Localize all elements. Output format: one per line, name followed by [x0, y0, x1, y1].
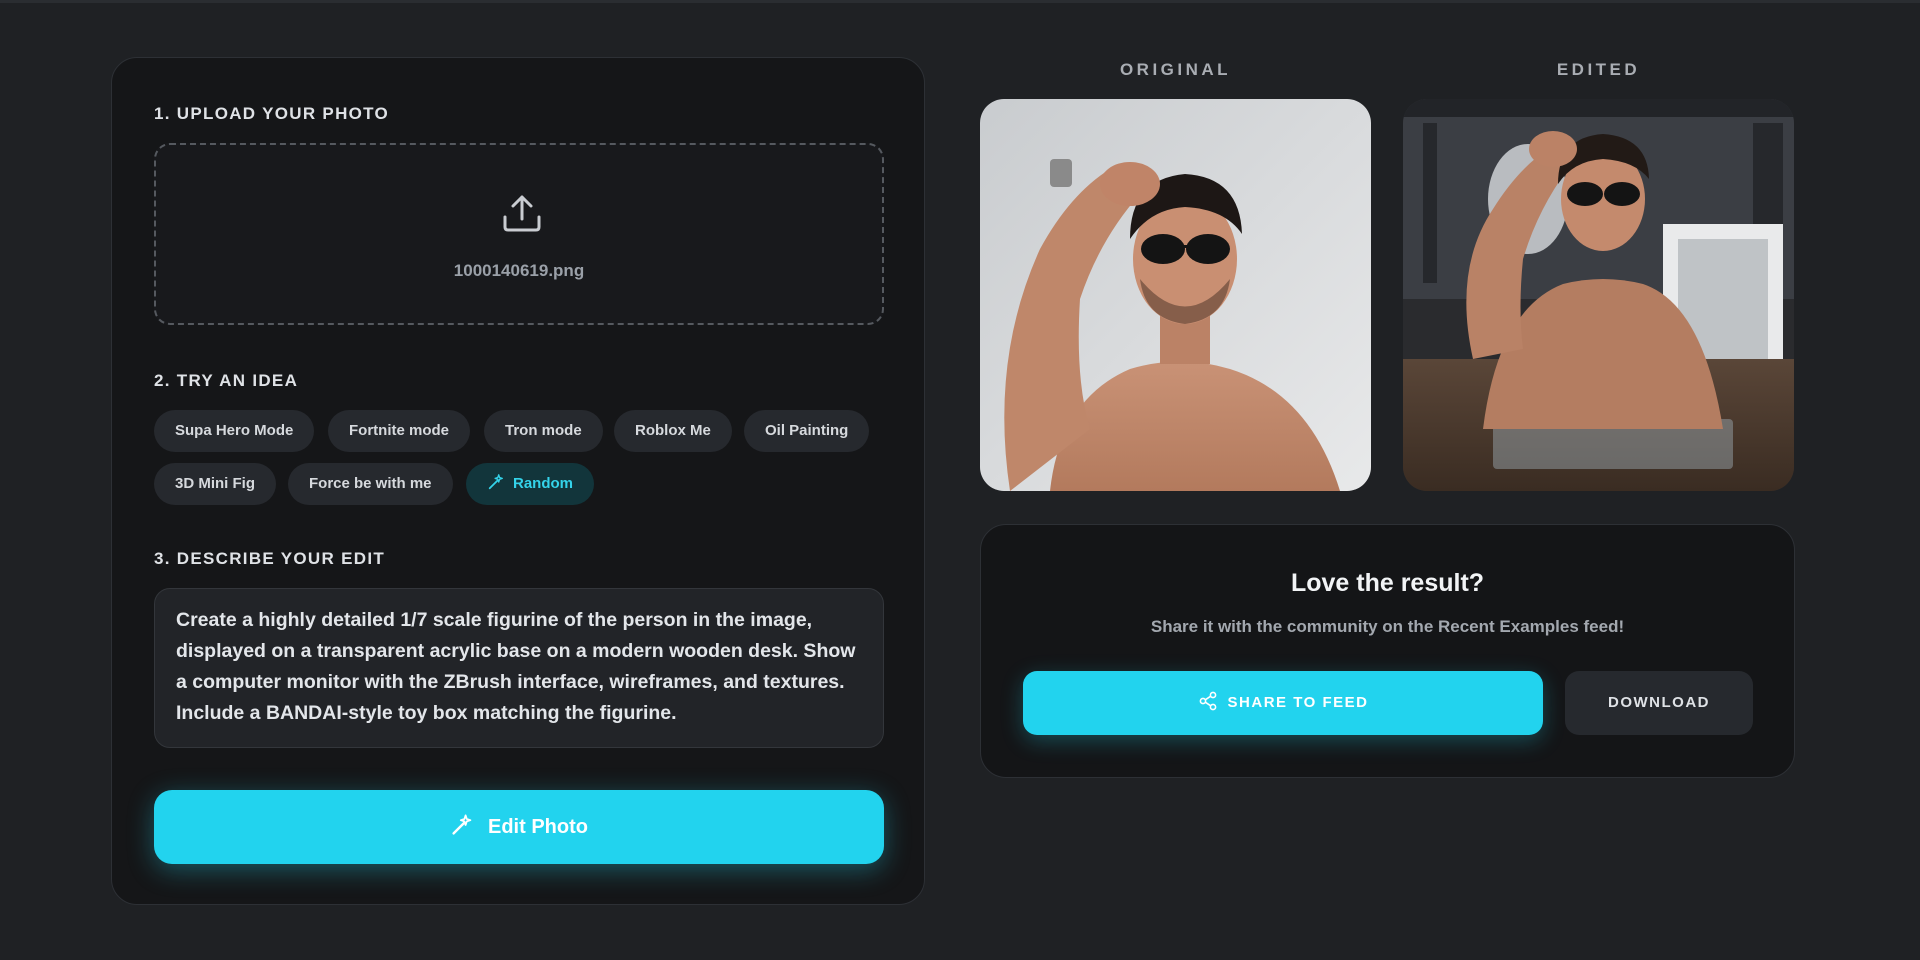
- idea-chip-oil-painting[interactable]: Oil Painting: [744, 410, 870, 452]
- upload-icon: [503, 195, 541, 232]
- idea-chip-3d-mini-fig[interactable]: 3D Mini Fig: [154, 463, 276, 505]
- share-icon: [1199, 691, 1216, 711]
- original-image: [980, 99, 1371, 491]
- idea-chip-force-be-with-me[interactable]: Force be with me: [288, 463, 453, 505]
- upload-section-title: 1. UPLOAD YOUR PHOTO: [154, 104, 390, 123]
- original-label: ORIGINAL: [1119, 60, 1232, 79]
- edited-image: [1403, 99, 1794, 491]
- share-heading: Love the result?: [1290, 569, 1485, 597]
- download-button[interactable]: DOWNLOAD: [1565, 671, 1753, 735]
- idea-chip-tron-mode[interactable]: Tron mode: [484, 410, 603, 452]
- editor-panel: 1. UPLOAD YOUR PHOTO 1000140619.png 2. T…: [111, 57, 925, 905]
- edit-prompt-textarea[interactable]: Create a highly detailed 1/7 scale figur…: [154, 588, 884, 748]
- idea-chip-roblox-me[interactable]: Roblox Me: [614, 410, 732, 452]
- ideas-section-title: 2. TRY AN IDEA: [154, 371, 299, 390]
- magic-wand-icon: [452, 814, 472, 835]
- magic-wand-icon: [488, 474, 503, 490]
- random-chip-label: Random: [513, 475, 573, 492]
- share-subtext: Share it with the community on the Recen…: [1150, 617, 1625, 636]
- edited-label: EDITED: [1556, 60, 1641, 79]
- idea-chip-fortnite-mode[interactable]: Fortnite mode: [328, 410, 470, 452]
- upload-filename: 1000140619.png: [453, 261, 585, 280]
- top-border: [0, 0, 1920, 3]
- idea-chip-supa-hero-mode[interactable]: Supa Hero Mode: [154, 410, 315, 452]
- edit-photo-button[interactable]: Edit Photo: [154, 790, 884, 864]
- share-panel: Love the result? Share it with the commu…: [980, 524, 1795, 778]
- edit-photo-label: Edit Photo: [488, 816, 588, 838]
- share-to-feed-button[interactable]: SHARE TO FEED: [1023, 671, 1543, 735]
- share-to-feed-label: SHARE TO FEED: [1227, 694, 1369, 711]
- upload-dropzone[interactable]: 1000140619.png: [154, 143, 884, 325]
- idea-chip-random[interactable]: Random: [466, 463, 594, 505]
- describe-section-title: 3. DESCRIBE YOUR EDIT: [154, 549, 386, 568]
